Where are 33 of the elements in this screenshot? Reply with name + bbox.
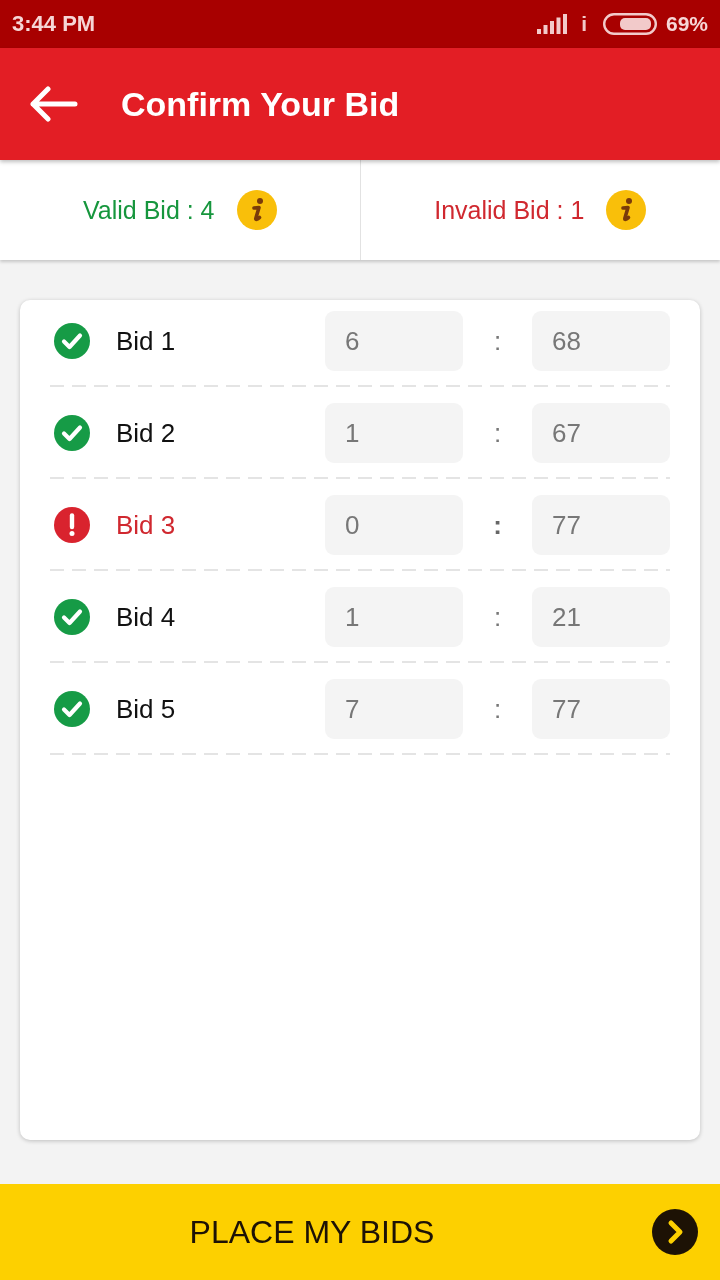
- number-field[interactable]: 67: [532, 403, 670, 463]
- info-icon[interactable]: [236, 190, 277, 230]
- separator-colon: :: [492, 693, 503, 725]
- status-time: 3:44 PM: [12, 11, 96, 37]
- number-field[interactable]: 68: [532, 311, 670, 371]
- number-field[interactable]: 1: [325, 587, 463, 647]
- number-field[interactable]: 6: [325, 311, 463, 371]
- chevron-right-icon: [652, 1209, 698, 1255]
- number-field[interactable]: 7: [325, 679, 463, 739]
- bid-count-label: Valid Bid : 4: [82, 195, 215, 225]
- number-field[interactable]: 77: [532, 679, 670, 739]
- number-field[interactable]: 0: [325, 495, 463, 555]
- bid-label: Bid 2: [116, 417, 177, 449]
- battery-icon: [602, 13, 657, 35]
- separator-colon: :: [492, 417, 503, 449]
- status-indicator: i: [581, 12, 587, 36]
- battery-percent: 69%: [665, 12, 708, 36]
- bid-count-label: Invalid Bid : 1: [434, 195, 585, 225]
- number-field[interactable]: 21: [532, 587, 670, 647]
- back-icon[interactable]: [30, 86, 78, 122]
- info-icon[interactable]: [606, 190, 647, 230]
- place-bids-button[interactable]: PLACE MY BIDS: [0, 1184, 720, 1280]
- screen-title: Confirm Your Bid: [121, 84, 400, 124]
- separator-colon: :: [492, 601, 503, 633]
- separator-colon: :: [492, 509, 503, 541]
- bid-label: Bid 4: [116, 601, 177, 633]
- signal-icon: [537, 14, 568, 34]
- bid-label: Bid 3: [116, 509, 177, 541]
- separator-colon: :: [492, 325, 503, 357]
- number-field[interactable]: 77: [532, 495, 670, 555]
- bid-label: Bid 1: [116, 325, 177, 357]
- bid-label: Bid 5: [116, 693, 177, 725]
- number-field[interactable]: 1: [325, 403, 463, 463]
